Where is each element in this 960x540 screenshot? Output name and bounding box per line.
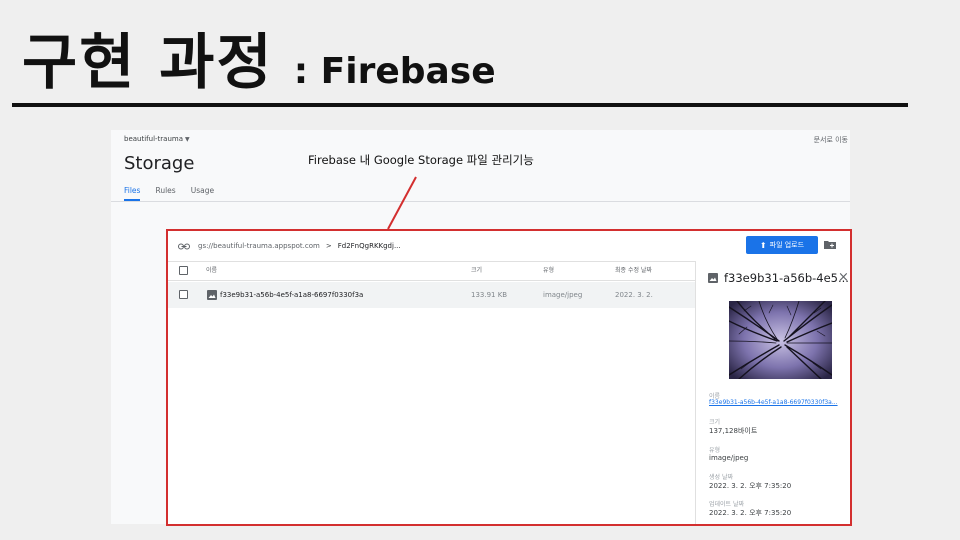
slide-title-korean: 구현 과정 [22,28,274,98]
column-size[interactable]: 크기 [471,262,482,280]
file-type: image/jpeg [543,291,583,299]
row-checkbox[interactable] [179,290,188,299]
folder-path[interactable]: Fd2FnQgRKKgdj... [338,242,401,250]
meta-size-label: 크기 [709,419,721,426]
image-file-icon [708,273,718,283]
tab-files[interactable]: Files [124,186,141,201]
path-breadcrumb: gs://beautiful-trauma.appspot.com > Fd2F… [178,237,401,255]
caret-down-icon: ▼ [185,136,190,143]
project-name: beautiful-trauma [124,135,183,143]
file-modified: 2022. 3. 2. [615,291,653,299]
file-browser-panel: gs://beautiful-trauma.appspot.com > Fd2F… [166,229,852,526]
column-name[interactable]: 이름 [206,262,217,280]
tabs-divider [111,201,850,202]
file-detail-pane: f33e9b31-a56b-4e5... × 이름 f33e9b31-a56b- [696,261,850,524]
upload-button-label: 파일 업로드 [769,241,805,249]
image-file-icon [207,290,217,300]
meta-updated-value: 2022. 3. 2. 오후 7:35:20 [709,509,792,517]
docs-link[interactable]: 문서로 이동 [814,135,848,145]
column-modified[interactable]: 최종 수정 날짜 [615,262,652,280]
detail-title: f33e9b31-a56b-4e5... [708,271,849,285]
upload-file-button[interactable]: ⬆ 파일 업로드 [746,236,818,254]
path-separator: > [325,242,332,250]
meta-created-value: 2022. 3. 2. 오후 7:35:20 [709,482,792,490]
meta-created-label: 생성 날짜 [709,474,733,481]
select-all-checkbox[interactable] [179,266,188,275]
image-preview[interactable] [729,301,832,379]
new-folder-icon[interactable] [824,240,836,249]
link-icon[interactable] [178,243,190,250]
tab-usage[interactable]: Usage [191,186,214,201]
file-list-header: 이름 크기 유형 최종 수정 날짜 [168,261,695,281]
slide-title-suffix: : Firebase [293,51,496,92]
close-icon[interactable]: × [838,271,849,285]
meta-type-value: image/jpeg [709,454,749,462]
storage-tabs: Files Rules Usage [124,186,229,201]
slide-title: 구현 과정 : Firebase [22,14,496,98]
detail-file-name: f33e9b31-a56b-4e5... [724,271,849,285]
page-title: Storage [124,153,195,174]
meta-type-label: 유형 [709,447,721,454]
file-row[interactable]: f33e9b31-a56b-4e5f-a1a8-6697f0330f3a 133… [168,282,695,308]
upload-icon: ⬆ [759,240,767,250]
tab-rules[interactable]: Rules [155,186,175,201]
project-selector[interactable]: beautiful-trauma ▼ [124,135,190,143]
meta-updated-label: 업데이트 날짜 [709,501,745,508]
file-size: 133.91 KB [471,291,508,299]
bucket-path[interactable]: gs://beautiful-trauma.appspot.com [198,242,320,250]
file-name: f33e9b31-a56b-4e5f-a1a8-6697f0330f3a [220,291,364,299]
meta-size-value: 137,128바이트 [709,427,758,435]
meta-name-value[interactable]: f33e9b31-a56b-4e5f-a1a8-6697f0330f3a... [709,399,838,406]
title-underline [12,103,908,107]
annotation-caption: Firebase 내 Google Storage 파일 관리기능 [308,153,534,167]
column-type[interactable]: 유형 [543,262,554,280]
